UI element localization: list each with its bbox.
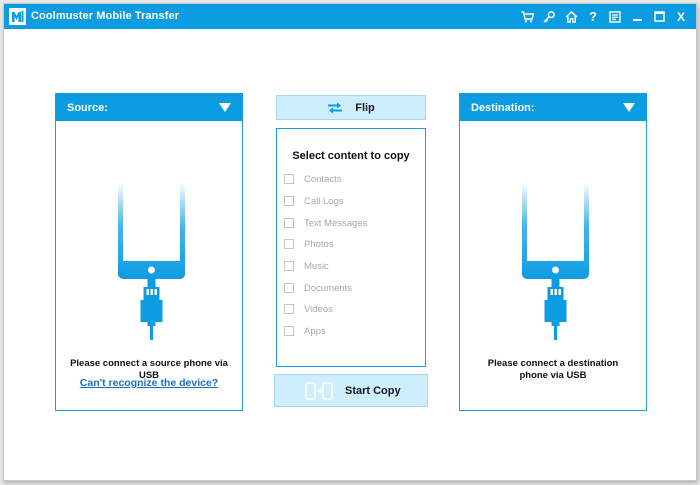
option-music[interactable]: Music bbox=[284, 259, 329, 273]
app-logo-icon bbox=[9, 8, 26, 25]
checkbox[interactable] bbox=[284, 304, 294, 314]
destination-panel: Destination: Please connect a destinatio… bbox=[459, 93, 647, 411]
checkbox[interactable] bbox=[284, 261, 294, 271]
title-bar: Coolmuster Mobile Transfer ? X bbox=[4, 4, 696, 29]
title-bar-controls: ? X bbox=[516, 4, 692, 29]
content-title: Select content to copy bbox=[292, 150, 410, 162]
cant-recognize-link[interactable]: Can't recognize the device? bbox=[56, 377, 242, 389]
phone-usb-icon bbox=[522, 182, 589, 340]
flip-label: Flip bbox=[355, 101, 375, 114]
destination-dropdown[interactable]: Destination: bbox=[460, 94, 646, 121]
option-apps[interactable]: Apps bbox=[284, 324, 326, 338]
start-copy-label: Start Copy bbox=[345, 384, 401, 397]
destination-label: Destination: bbox=[471, 101, 535, 114]
source-dropdown[interactable]: Source: bbox=[56, 94, 242, 121]
feedback-icon[interactable] bbox=[604, 4, 626, 29]
checkbox[interactable] bbox=[284, 283, 294, 293]
home-icon[interactable] bbox=[560, 4, 582, 29]
option-text-messages[interactable]: Text Messages bbox=[284, 216, 367, 230]
phone-usb-icon bbox=[118, 182, 185, 340]
app-window: Coolmuster Mobile Transfer ? X Source: P… bbox=[3, 3, 697, 481]
help-icon[interactable]: ? bbox=[582, 4, 604, 29]
minimize-icon[interactable] bbox=[626, 4, 648, 29]
source-label: Source: bbox=[67, 101, 108, 114]
checkbox[interactable] bbox=[284, 326, 294, 336]
option-videos[interactable]: Videos bbox=[284, 302, 333, 316]
destination-message: Please connect a destination phone via U… bbox=[487, 358, 619, 381]
option-contacts[interactable]: Contacts bbox=[284, 172, 342, 186]
checkbox[interactable] bbox=[284, 218, 294, 228]
app-title: Coolmuster Mobile Transfer bbox=[31, 10, 180, 22]
copy-phones-icon bbox=[305, 381, 333, 400]
content-selection-box: Select content to copy Contacts Call Log… bbox=[276, 128, 426, 367]
maximize-icon[interactable] bbox=[648, 4, 670, 29]
checkbox[interactable] bbox=[284, 196, 294, 206]
cart-icon[interactable] bbox=[516, 4, 538, 29]
start-copy-button[interactable]: Start Copy bbox=[274, 374, 428, 407]
option-photos[interactable]: Photos bbox=[284, 237, 334, 251]
close-icon[interactable]: X bbox=[670, 4, 692, 29]
key-icon[interactable] bbox=[538, 4, 560, 29]
option-call-logs[interactable]: Call Logs bbox=[284, 194, 344, 208]
checkbox[interactable] bbox=[284, 239, 294, 249]
dropdown-arrow-icon[interactable] bbox=[623, 103, 635, 112]
option-documents[interactable]: Documents bbox=[284, 281, 352, 295]
checkbox[interactable] bbox=[284, 174, 294, 184]
source-panel: Source: Please connect a source phone vi… bbox=[55, 93, 243, 411]
dropdown-arrow-icon[interactable] bbox=[219, 103, 231, 112]
flip-button[interactable]: Flip bbox=[276, 95, 426, 120]
swap-arrows-icon bbox=[327, 102, 343, 114]
